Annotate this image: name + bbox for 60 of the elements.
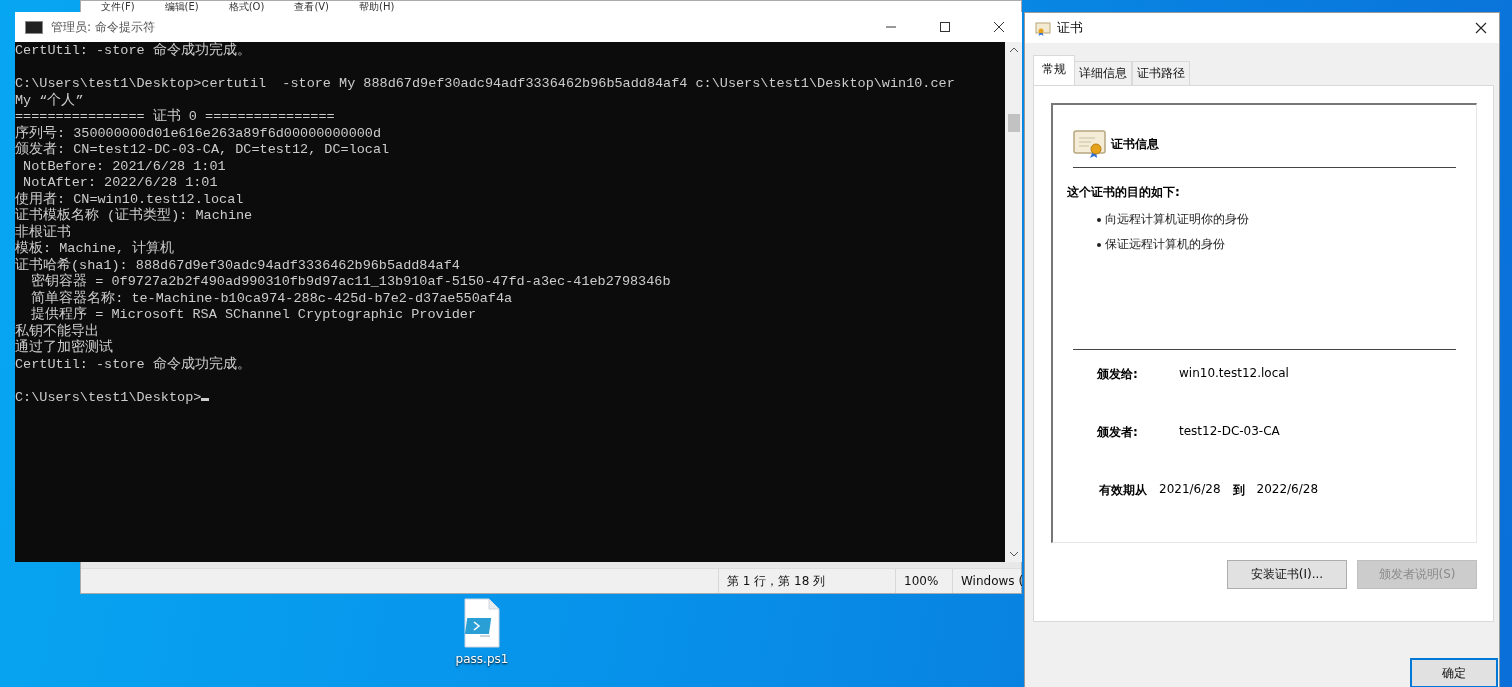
- terminal-line: C:\Users\test1\Desktop>: [15, 389, 210, 406]
- status-text: 第 1 行，第 18 列: [718, 569, 895, 593]
- terminal-line: 颁发者: CN=test12-DC-03-CA, DC=test12, DC=local: [15, 142, 390, 159]
- terminal-line: 通过了加密测试: [15, 340, 113, 357]
- status-text: Windows (: [952, 569, 1021, 593]
- terminal-line: 非根证书: [15, 224, 71, 240]
- date-text: 2021/6/28: [1159, 482, 1221, 498]
- terminal-line: My “个人”: [15, 92, 84, 109]
- close-icon[interactable]: [993, 21, 1005, 33]
- purpose-item: 向远程计算机证明你的身份: [1105, 211, 1249, 228]
- terminal-line: 密钥容器 = 0f9727a2b2f490ad990310fb9d97ac11_13b910af-5150-47fd-a3ec-41eb2798346b: [30, 274, 671, 290]
- field-label: 颁发者:: [1097, 424, 1139, 441]
- bullet-icon: [1097, 242, 1101, 247]
- field-value: test12-DC-03-CA: [1179, 424, 1280, 440]
- section-title: 证书信息: [1111, 135, 1159, 153]
- terminal-line: CertUtil: -store 命令成功完成。: [15, 43, 251, 60]
- field-label: 有效期从: [1099, 482, 1147, 499]
- status-text: 100%: [895, 569, 952, 593]
- window-title: 管理员: 命令提示符: [51, 18, 155, 36]
- terminal-line: 证书模板名称 (证书类型): Machine: [15, 208, 253, 224]
- bullet-icon: [1097, 217, 1101, 222]
- terminal-line: 简单容器名称: te-Machine-b10ca974-288c-425d-b7e2-d37ae550af4a: [30, 290, 513, 306]
- terminal-icon: [25, 20, 43, 34]
- terminal-line: 模板: Machine, 计算机: [15, 241, 175, 257]
- terminal-line: CertUtil: -store 命令成功完成。: [15, 356, 251, 373]
- certificate-icon: [1073, 129, 1107, 159]
- terminal-line: 使用者: CN=win10.test12.local: [15, 191, 244, 207]
- tab[interactable]: 详细信息: [1074, 61, 1132, 85]
- scroll-down-icon[interactable]: [1008, 550, 1019, 558]
- script-file-icon[interactable]: [462, 598, 502, 648]
- terminal-line: 提供程序 = Microsoft RSA SChannel Cryptographic Provider: [30, 307, 477, 323]
- menu-item[interactable]: 编辑(E): [164, 1, 199, 13]
- install-button[interactable]: 安装证书(I)...: [1227, 560, 1347, 589]
- close-icon[interactable]: [1475, 22, 1487, 34]
- maximize-icon[interactable]: [939, 21, 951, 33]
- menu-item[interactable]: 文件(F): [101, 1, 135, 13]
- menu-item[interactable]: 查看(V): [294, 1, 330, 13]
- terminal-line: C:\Users\test1\Desktop>certutil -store My 888d67d9ef30adc94adf3336462b96b5add84af4 c:\Users\test1\Desktop\win10.cer: [15, 76, 955, 92]
- scrollbar[interactable]: [1005, 42, 1022, 562]
- purpose-item: 保证远程计算机的身份: [1105, 236, 1225, 253]
- terminal-line: 私钥不能导出: [15, 323, 99, 339]
- scroll-thumb[interactable]: [1007, 114, 1020, 132]
- window-title: 证书: [1057, 19, 1083, 37]
- date-text: 2022/6/28: [1256, 482, 1319, 498]
- field-label: 到: [1232, 482, 1245, 499]
- certificate-icon: [1035, 20, 1051, 36]
- menu-item[interactable]: 帮助(H): [359, 1, 395, 13]
- terminal-line: 序列号: 350000000d01e616e263a89f6d00000000000d: [15, 125, 382, 141]
- terminal-line: ================ 证书 0 ================: [15, 109, 335, 125]
- menu-item[interactable]: 格式(O): [228, 1, 265, 13]
- scroll-up-icon[interactable]: [1008, 46, 1019, 54]
- purpose-heading: 这个证书的目的如下:: [1067, 184, 1181, 201]
- field-label: 颁发给:: [1097, 366, 1139, 383]
- terminal-line: 证书哈希(sha1): 888d67d9ef30adc94adf3336462b96b5add84af4: [15, 257, 460, 273]
- terminal-line: NotAfter: 2022/6/28 1:01: [22, 175, 218, 191]
- tab[interactable]: 证书路径: [1132, 61, 1190, 85]
- terminal-line: NotBefore: 2021/6/28 1:01: [22, 158, 226, 175]
- field-value: win10.test12.local: [1179, 366, 1289, 382]
- ok-button[interactable]: 确定: [1410, 658, 1498, 687]
- tab[interactable]: 常规: [1033, 55, 1075, 85]
